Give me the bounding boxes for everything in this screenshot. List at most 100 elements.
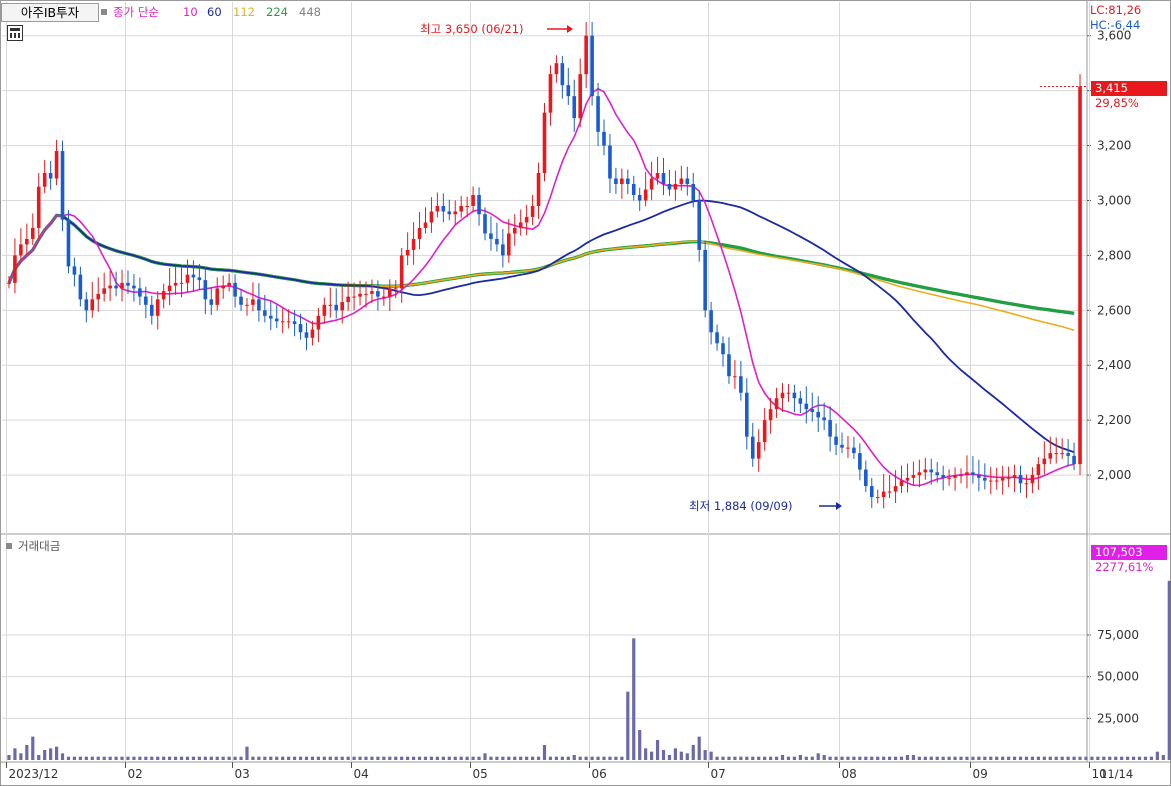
candle-body [322, 304, 327, 316]
volume-settings-icon[interactable] [6, 543, 12, 549]
candle-body [36, 186, 41, 228]
candle-body [60, 151, 65, 220]
volume-bar [477, 756, 481, 760]
candle-body [257, 299, 261, 311]
candle-body [983, 477, 987, 481]
candle-body [459, 205, 463, 212]
candle-body [417, 227, 422, 239]
candle-body [239, 296, 243, 305]
candle-body [227, 282, 231, 286]
candle-body [429, 211, 434, 223]
candle-body [792, 392, 797, 399]
volume-bar [203, 756, 207, 760]
volume-bar [632, 638, 636, 760]
candle-body [905, 477, 910, 481]
volume-bar [536, 756, 541, 760]
candle-body [376, 291, 380, 297]
ma-60-line [8, 199, 1075, 454]
candle-body [554, 63, 559, 75]
volume-bar [525, 756, 529, 760]
volume-bar [453, 756, 457, 760]
volume-bar [1007, 756, 1011, 760]
candle-body [304, 332, 309, 338]
candle-body [840, 444, 844, 448]
candle-body [988, 480, 993, 482]
volume-bar [447, 756, 451, 760]
candle-body [471, 194, 475, 206]
volume-bar [1108, 756, 1112, 760]
volume-bar [661, 750, 666, 760]
volume-bar [888, 756, 892, 760]
volume-bar [13, 748, 17, 760]
candle-body [590, 35, 594, 97]
candle-body [245, 304, 249, 306]
candle-body [727, 354, 731, 377]
volume-bar [947, 756, 951, 760]
volume-bar [352, 756, 356, 760]
volume-bar [49, 748, 53, 760]
candle-body [512, 227, 517, 234]
volume-bar [126, 756, 130, 760]
ma-settings-icon[interactable] [101, 9, 107, 15]
chart-stage: { "header": { "stock_name": "아주IB투자", "m… [0, 0, 1171, 786]
volume-bar [566, 756, 570, 760]
candle-body [899, 480, 904, 487]
volume-bar [346, 756, 350, 760]
candle-body [661, 173, 666, 185]
volume-bar [1060, 756, 1064, 760]
volume-bar [953, 756, 957, 760]
candle-body [144, 296, 148, 305]
candle-body [637, 194, 642, 201]
volume-bar [400, 756, 404, 760]
volume-bar [650, 751, 654, 760]
volume-bar [423, 756, 428, 760]
volume-bar [608, 756, 612, 760]
volume-bar [935, 756, 939, 760]
volume-bar [1042, 756, 1046, 760]
volume-bar [495, 756, 499, 760]
volume-bar [1090, 756, 1094, 760]
calculator-icon[interactable] [7, 25, 23, 41]
volume-bar [162, 756, 166, 760]
volume-last-badge: 107,503 [1091, 545, 1167, 560]
volume-bar [893, 756, 898, 760]
volume-bar [1036, 756, 1040, 760]
volume-bar [828, 756, 832, 760]
volume-bar [370, 756, 374, 760]
candle-body [1048, 453, 1053, 459]
stock-name-box[interactable]: 아주IB투자 [1, 3, 99, 22]
volume-bar [364, 756, 368, 760]
candle-body [923, 469, 928, 473]
volume-bar [989, 756, 993, 760]
candle-body [953, 475, 957, 478]
candle-body [298, 324, 303, 333]
candle-body [965, 472, 969, 476]
volume-bar [489, 756, 493, 760]
volume-bar [60, 753, 65, 760]
volume-bar [977, 756, 981, 760]
volume-bar [429, 756, 434, 760]
volume-bar [941, 756, 945, 760]
candle-body [191, 274, 196, 278]
candle-body [947, 477, 951, 479]
volume-bar [209, 756, 213, 760]
chart-canvas: 2,0002,2002,4002,6002,8003,0003,2003,400… [0, 0, 1171, 786]
volume-bar [394, 756, 398, 760]
candle-body [780, 392, 785, 399]
volume-bar [435, 756, 439, 760]
volume-bar [923, 756, 927, 760]
candle-body [1060, 453, 1064, 455]
volume-bar [507, 756, 511, 760]
volume-bar [406, 756, 410, 760]
candle-body [810, 409, 815, 412]
candle-body [108, 285, 112, 289]
month-label: 2023/12 [9, 767, 59, 781]
candle-body [1012, 475, 1017, 478]
candle-body [435, 205, 440, 212]
candle-body [602, 131, 606, 146]
candle-body [608, 145, 612, 179]
volume-bar [911, 755, 916, 760]
volume-bar [899, 756, 904, 760]
candle-body [1006, 477, 1011, 479]
candle-body [334, 304, 339, 311]
